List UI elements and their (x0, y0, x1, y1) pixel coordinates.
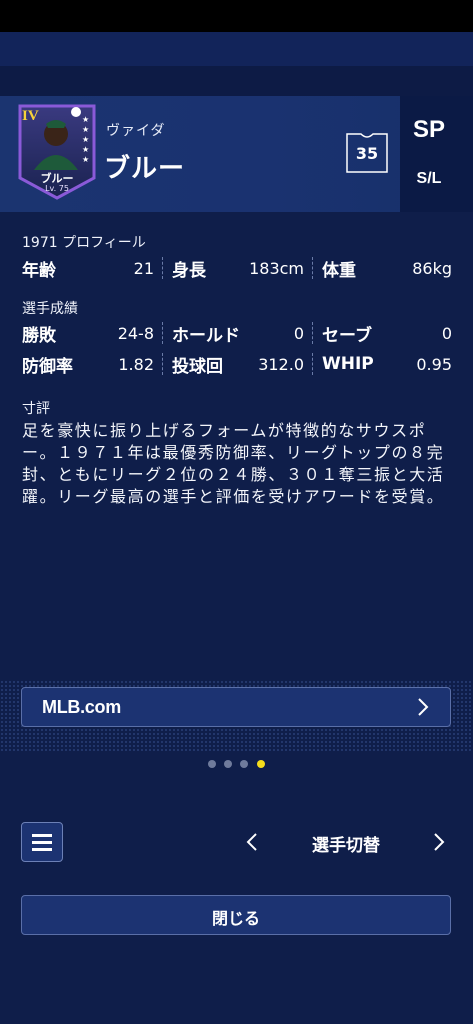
win-loss-cell: 勝敗 24-8 (22, 319, 154, 347)
hold-value: 0 (293, 323, 304, 343)
card-rank: IV (22, 108, 39, 124)
divider (162, 322, 164, 344)
record-label: 選手成績 (22, 301, 78, 317)
player-name: ブルー (104, 154, 186, 184)
svg-text:★: ★ (82, 155, 89, 164)
bats-throws-label: S/L (416, 170, 442, 187)
height-cell: 身長 183cm (172, 254, 304, 282)
whip-cell: WHIP 0.95 (322, 350, 452, 378)
weight-value: 86kg (412, 258, 452, 278)
mlb-link-button[interactable]: MLB.com (21, 687, 451, 727)
next-player-icon[interactable] (432, 831, 446, 853)
era-value: 1.82 (118, 354, 154, 374)
mlb-link-label: MLB.com (42, 697, 121, 717)
player-switch-label: 選手切替 (312, 836, 380, 856)
age-value: 21 (133, 258, 154, 278)
save-cell: セーブ 0 (322, 319, 452, 347)
menu-button[interactable] (21, 822, 63, 862)
hold-cell: ホールド 0 (172, 319, 304, 347)
win-loss-value: 24-8 (117, 323, 154, 343)
record-row-1: 勝敗 24-8 ホールド 0 セーブ 0 (22, 319, 452, 347)
age-cell: 年齢 21 (22, 254, 154, 282)
svg-text:★: ★ (82, 145, 89, 154)
svg-text:★: ★ (82, 135, 89, 144)
page-indicator (0, 758, 473, 770)
player-header: ★ ★ ★ ★ ★ IV ブルー Lv. 75 ヴァイダ ブルー 35 SP S… (0, 96, 473, 212)
innings-cell: 投球回 312.0 (172, 350, 304, 378)
divider (312, 257, 314, 279)
menu-icon-bar (32, 834, 52, 837)
status-bar (0, 0, 473, 32)
age-label: 年齢 (22, 260, 56, 281)
height-value: 183cm (249, 258, 304, 278)
record-row-2: 防御率 1.82 投球回 312.0 WHIP 0.95 (22, 350, 452, 378)
menu-icon-bar (32, 841, 52, 844)
previous-player-icon[interactable] (245, 831, 259, 853)
save-value: 0 (441, 323, 452, 343)
era-label: 防御率 (22, 356, 73, 377)
comment-label: 寸評 (22, 401, 50, 417)
svg-text:★: ★ (82, 125, 89, 134)
divider (162, 257, 164, 279)
close-button[interactable]: 閉じる (21, 895, 451, 935)
win-loss-label: 勝敗 (22, 325, 56, 346)
page-dot-active[interactable] (257, 760, 265, 768)
comment-text: 足を豪快に振り上げるフォームが特徴的なサウスポー。１９７１年は最優秀防御率、リー… (22, 421, 445, 506)
weight-label: 体重 (322, 260, 356, 281)
chevron-right-icon (418, 698, 429, 716)
svg-text:★: ★ (82, 115, 89, 124)
profile-label: 1971 プロフィール (22, 235, 146, 251)
divider (162, 353, 164, 375)
menu-icon-bar (32, 848, 52, 851)
era-cell: 防御率 1.82 (22, 350, 154, 378)
page-dot[interactable] (224, 760, 232, 768)
jersey-number: 35 (355, 144, 379, 163)
close-button-label: 閉じる (211, 909, 260, 928)
position-label: SP (412, 116, 445, 143)
page-dot[interactable] (240, 760, 248, 768)
whip-value: 0.95 (416, 354, 452, 374)
top-band-secondary (0, 66, 473, 96)
divider (312, 322, 314, 344)
height-label: 身長 (172, 260, 206, 281)
player-name-kana: ヴァイダ (106, 123, 166, 139)
profile-row: 年齢 21 身長 183cm 体重 86kg (22, 254, 452, 282)
save-label: セーブ (322, 325, 372, 346)
divider (312, 353, 314, 375)
card-level: Lv. 75 (45, 184, 69, 193)
hold-label: ホールド (172, 325, 240, 346)
player-card[interactable]: ★ ★ ★ ★ ★ IV ブルー Lv. 75 (18, 104, 96, 200)
innings-value: 312.0 (258, 354, 304, 374)
position-box: SP S/L (400, 96, 473, 212)
top-band (0, 32, 473, 66)
weight-cell: 体重 86kg (322, 254, 452, 282)
page-dot[interactable] (208, 760, 216, 768)
whip-label: WHIP (322, 354, 374, 374)
innings-label: 投球回 (172, 356, 223, 377)
